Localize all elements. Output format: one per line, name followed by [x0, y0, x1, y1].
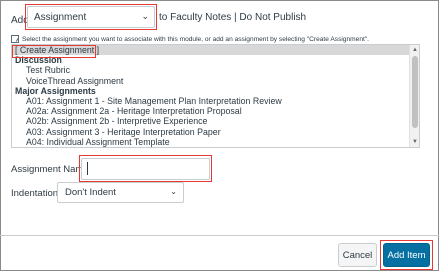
assignment-name-input[interactable] — [81, 158, 210, 180]
instructions-text: Select the assignment you want to associ… — [22, 35, 370, 43]
instructions-row: Select the assignment you want to associ… — [11, 35, 369, 43]
option-a02a[interactable]: A02a: Assignment 2a - Heritage Interpret… — [12, 106, 409, 116]
assignment-options: [ Create Assignment ] Discussion Test Ru… — [12, 45, 409, 147]
item-type-select[interactable]: Assignment ⌄ — [27, 6, 155, 28]
item-type-value: Assignment — [34, 11, 87, 23]
scroll-up-icon[interactable]: ▲ — [411, 46, 419, 54]
cancel-button[interactable]: Cancel — [338, 243, 377, 267]
option-a03[interactable]: A03: Assignment 3 - Heritage Interpretat… — [12, 127, 409, 137]
assignment-name-label: Assignment Name: — [11, 164, 92, 175]
add-item-button[interactable]: Add Item — [383, 243, 430, 267]
option-a01[interactable]: A01: Assignment 1 - Site Management Plan… — [12, 96, 409, 106]
chevron-down-icon: ⌄ — [141, 11, 149, 21]
scroll-thumb[interactable] — [412, 56, 418, 128]
option-voicethread-assignment[interactable]: VoiceThread Assignment — [12, 76, 409, 86]
indentation-label: Indentation: — [11, 188, 61, 199]
assignment-listbox[interactable]: [ Create Assignment ] Discussion Test Ru… — [11, 44, 420, 148]
edit-icon — [11, 35, 19, 43]
option-group-discussion: Discussion — [15, 55, 62, 66]
indentation-value: Don't Indent — [65, 187, 116, 198]
indentation-select[interactable]: Don't Indent ⌄ — [57, 182, 184, 203]
destination-text: to Faculty Notes | Do Not Publish — [159, 12, 307, 23]
scroll-down-icon[interactable]: ▼ — [411, 138, 419, 146]
footer-divider — [0, 235, 439, 236]
option-create-assignment[interactable]: [ Create Assignment ] — [12, 45, 409, 56]
option-test-rubric[interactable]: Test Rubric — [12, 65, 409, 75]
option-a04[interactable]: A04: Individual Assignment Template — [12, 137, 409, 147]
chevron-down-icon: ⌄ — [170, 187, 177, 196]
option-a02b[interactable]: A02b: Assignment 2b - Interpretive Exper… — [12, 116, 409, 126]
listbox-scrollbar[interactable]: ▲ ▼ — [409, 45, 419, 147]
option-group-major-assignments: Major Assignments — [15, 85, 96, 96]
text-caret — [87, 162, 88, 175]
